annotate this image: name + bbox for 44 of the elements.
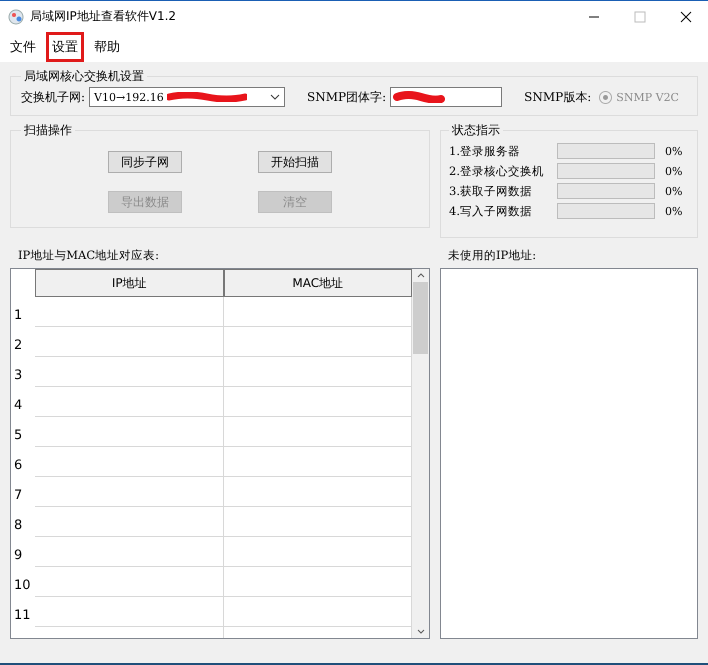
status-label: 1.登录服务器 [449,144,521,158]
status-label: 2.登录核心交换机 [449,164,545,178]
scrollbar-thumb[interactable] [413,282,428,354]
close-icon[interactable] [680,10,692,22]
field-label: 交换机子网: [21,88,86,106]
progress-reading: 0% [665,184,682,198]
group-title: 状态指示 [451,122,501,139]
action-button[interactable]: 同步子网 [108,151,182,173]
scroll-up-icon[interactable] [416,273,424,278]
status-label: 3.获取子网数据 [449,184,533,198]
community-field[interactable] [390,87,502,107]
subnet-dropdown[interactable]: V10→192.16 [89,87,286,107]
row-number: 5 [13,427,24,445]
field-label: SNMP版本: [524,88,592,106]
row-number: 9 [13,547,24,565]
list-title: 未使用的IP地址: [447,248,538,264]
scrollbar[interactable] [412,269,429,638]
row-number: 1 [13,307,24,325]
row-number: 6 [13,457,24,475]
app-icon [8,8,24,24]
table-title: IP地址与MAC地址对应表: [17,248,160,264]
group-title: 局域网核心交换机设置 [23,68,145,85]
row-number: 8 [13,517,24,535]
status-label: 4.写入子网数据 [449,204,533,218]
menu-item[interactable]: 设置 [46,32,84,62]
progress-reading: 0% [665,204,682,218]
window-title: 局域网IP地址查看软件V1.2 [30,8,176,25]
action-button[interactable]: 开始扫描 [258,151,332,173]
menu-item[interactable]: 文件 [4,32,42,62]
row-number: 7 [13,487,24,505]
group-title: 扫描操作 [23,122,73,139]
row-number: 3 [13,367,24,385]
progress-reading: 0% [665,144,682,158]
column-header[interactable]: MAC地址 [224,269,412,297]
scroll-down-icon[interactable] [416,629,424,634]
progress-reading: 0% [665,164,682,178]
row-number: 10 [13,577,32,595]
field-label: SNMP团体字: [307,88,386,106]
menu-item[interactable]: 帮助 [88,32,126,62]
column-header[interactable]: IP地址 [35,269,224,297]
row-number: 2 [13,337,24,355]
chevron-icon [270,94,280,100]
row-number: 11 [13,607,32,625]
row-number: 4 [13,397,24,415]
